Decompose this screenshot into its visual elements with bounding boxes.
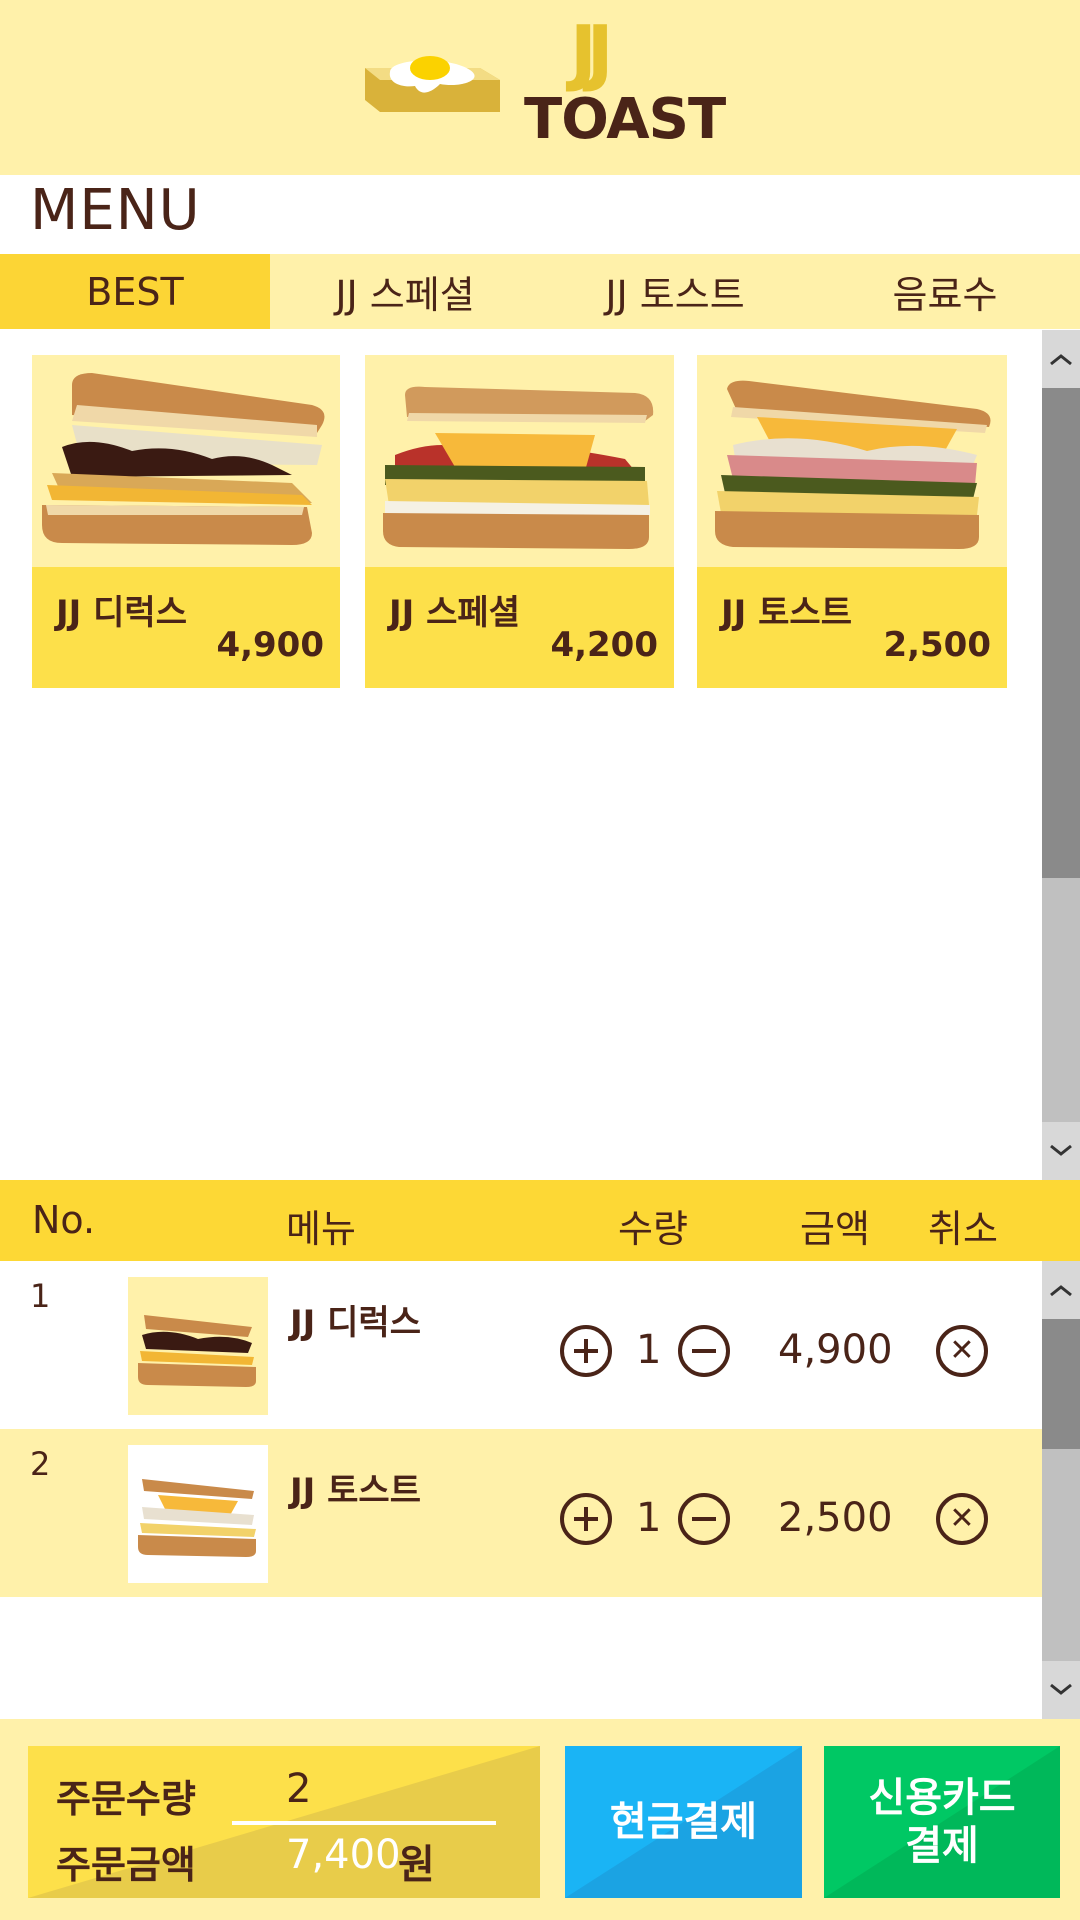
summary-divider [232, 1821, 496, 1825]
logo-mark: JJ [570, 10, 613, 94]
scroll-up-button[interactable] [1042, 330, 1080, 388]
cancel-item-button[interactable]: ✕ [936, 1325, 988, 1377]
card-payment-button[interactable]: 신용카드 결제 [824, 1746, 1060, 1898]
order-list: 1 JJ 디럭스 1 4,900 ✕ 2 JJ 토스트 1 2,500 ✕ [0, 1261, 1042, 1719]
deluxe-sandwich-icon [138, 1315, 256, 1387]
order-qty-label: 주문수량 [56, 1777, 196, 1821]
scroll-thumb[interactable] [1042, 1319, 1080, 1449]
order-table-header: No. 메뉴 수량 금액 취소 [0, 1180, 1080, 1261]
deluxe-sandwich-icon [42, 373, 325, 545]
card-payment-label-line1: 신용카드 [868, 1775, 1016, 1821]
cancel-item-button[interactable]: ✕ [936, 1493, 988, 1545]
product-image [365, 355, 674, 567]
product-name: JJ 토스트 [721, 593, 852, 633]
chevron-down-icon [1050, 1144, 1072, 1156]
product-price: 4,900 [216, 625, 324, 665]
cash-payment-button[interactable]: 현금결제 [565, 1746, 802, 1898]
product-card-special[interactable]: JJ 스페셜 4,200 [365, 355, 674, 688]
chevron-up-icon [1050, 354, 1072, 366]
tab-drinks[interactable]: 음료수 [810, 254, 1080, 329]
scroll-down-button[interactable] [1042, 1122, 1080, 1180]
product-info: JJ 토스트 2,500 [697, 567, 1007, 688]
product-price: 4,200 [550, 625, 658, 665]
product-image [697, 355, 1007, 567]
tab-jj-special[interactable]: JJ 스페셜 [270, 254, 540, 329]
tab-best[interactable]: BEST [0, 254, 270, 329]
order-qty-value: 2 [286, 1766, 312, 1812]
product-scrollbar[interactable] [1042, 330, 1080, 1180]
row-number: 2 [30, 1445, 51, 1483]
tab-jj-toast[interactable]: JJ 토스트 [540, 254, 810, 329]
row-thumbnail [128, 1445, 268, 1583]
product-card-toast[interactable]: JJ 토스트 2,500 [697, 355, 1007, 688]
row-thumbnail [128, 1277, 268, 1415]
scroll-thumb[interactable] [1042, 388, 1080, 878]
order-summary: 주문수량 2 주문금액 7,400 원 [28, 1746, 540, 1898]
order-scrollbar[interactable] [1042, 1261, 1080, 1719]
product-info: JJ 디럭스 4,900 [32, 567, 340, 688]
row-amount: 2,500 [778, 1495, 893, 1541]
row-number: 1 [30, 1277, 51, 1315]
product-price: 2,500 [883, 625, 991, 665]
order-amount-label: 주문금액 [56, 1843, 196, 1887]
row-qty: 1 [636, 1327, 662, 1373]
product-name: JJ 스페셜 [389, 593, 520, 633]
chevron-up-icon [1050, 1285, 1072, 1297]
checkout-bar: 주문수량 2 주문금액 7,400 원 현금결제 신용카드 결제 [0, 1719, 1080, 1920]
product-name: JJ 디럭스 [56, 593, 187, 633]
toast-sandwich-icon [715, 380, 991, 549]
toast-egg-logo-icon [365, 56, 500, 112]
col-no: No. [32, 1198, 96, 1242]
product-grid: JJ 디럭스 4,900 JJ 스페셜 4,200 JJ 토스트 2,500 [0, 330, 1042, 1180]
row-menu-name: JJ 토스트 [290, 1471, 421, 1511]
toast-sandwich-icon [138, 1479, 256, 1557]
chevron-down-icon [1050, 1683, 1072, 1695]
product-card-deluxe[interactable]: JJ 디럭스 4,900 [32, 355, 340, 688]
order-row: 1 JJ 디럭스 1 4,900 ✕ [0, 1261, 1042, 1429]
category-tabs: BEST JJ 스페셜 JJ 토스트 음료수 [0, 254, 1080, 329]
currency-unit: 원 [398, 1842, 435, 1888]
cash-payment-label: 현금결제 [609, 1799, 758, 1845]
row-qty: 1 [636, 1495, 662, 1541]
scroll-down-button[interactable] [1042, 1661, 1080, 1719]
app-header: JJ TOAST [0, 0, 1080, 175]
scroll-up-button[interactable] [1042, 1261, 1080, 1319]
increase-qty-button[interactable] [560, 1493, 612, 1545]
col-menu: 메뉴 [286, 1207, 356, 1251]
logo-text: TOAST [524, 87, 726, 152]
decrease-qty-button[interactable] [678, 1493, 730, 1545]
card-payment-label-line2: 결제 [905, 1823, 979, 1869]
increase-qty-button[interactable] [560, 1325, 612, 1377]
product-image [32, 355, 340, 567]
special-sandwich-icon [383, 386, 654, 549]
col-amount: 금액 [800, 1207, 870, 1251]
decrease-qty-button[interactable] [678, 1325, 730, 1377]
close-icon: ✕ [949, 1333, 975, 1368]
close-icon: ✕ [949, 1501, 975, 1536]
row-amount: 4,900 [778, 1327, 893, 1373]
product-info: JJ 스페셜 4,200 [365, 567, 674, 688]
col-cancel: 취소 [928, 1207, 998, 1251]
col-qty: 수량 [618, 1207, 688, 1251]
menu-title: MENU [30, 178, 201, 243]
order-amount-value: 7,400 [286, 1832, 401, 1878]
row-menu-name: JJ 디럭스 [290, 1303, 421, 1343]
order-row: 2 JJ 토스트 1 2,500 ✕ [0, 1429, 1042, 1597]
